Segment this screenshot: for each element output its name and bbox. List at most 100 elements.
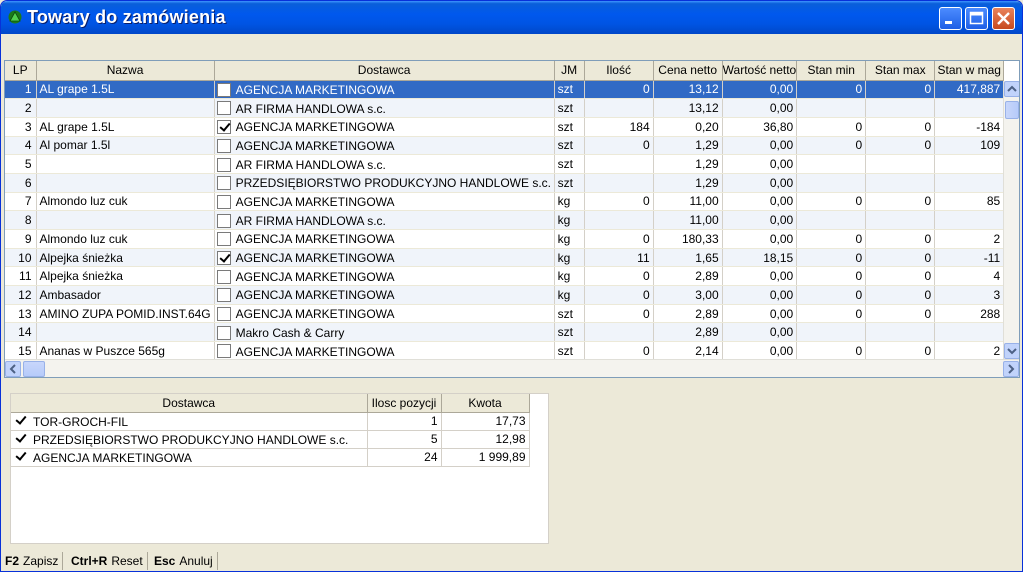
supplier-cell[interactable]: AGENCJA MARKETINGOWA: [214, 248, 555, 268]
order-checkbox[interactable]: [216, 250, 231, 265]
quantity-cell[interactable]: 184: [584, 117, 654, 137]
summary-header-dostawca[interactable]: Dostawca: [11, 394, 368, 413]
column-header-cena-netto[interactable]: Cena netto: [653, 61, 723, 81]
scroll-up-button[interactable]: [1004, 81, 1019, 97]
row-number[interactable]: 9: [5, 229, 37, 249]
horizontal-scrollbar[interactable]: [5, 359, 1019, 377]
summary-row[interactable]: AGENCJA MARKETINGOWA 24 1 999,89: [11, 448, 530, 467]
stock-in-warehouse-cell[interactable]: 3: [934, 285, 1005, 305]
table-row[interactable]: 7 Almondo luz cuk AGENCJA MARKETINGOWA kg 0 1…: [5, 192, 1005, 212]
order-checkbox[interactable]: [216, 344, 231, 359]
row-number[interactable]: 10: [5, 248, 37, 268]
supplier-cell[interactable]: AGENCJA MARKETINGOWA: [214, 285, 555, 305]
order-checkbox[interactable]: [216, 194, 231, 209]
stock-in-warehouse-cell[interactable]: 2: [934, 341, 1005, 361]
product-name-cell[interactable]: Al pomar 1.5l: [36, 136, 215, 156]
maximize-button[interactable]: [965, 7, 988, 30]
supplier-cell[interactable]: AR FIRMA HANDLOWA s.c.: [214, 210, 555, 230]
stock-max-cell[interactable]: 0: [865, 192, 936, 212]
supplier-checkbox[interactable]: [14, 432, 28, 447]
net-value-cell[interactable]: 0,00: [722, 136, 798, 156]
quantity-cell[interactable]: [584, 173, 654, 193]
unit-cell[interactable]: szt: [554, 304, 585, 324]
stock-min-cell[interactable]: 0: [796, 341, 867, 361]
product-name-cell[interactable]: AL grape 1.5L: [36, 117, 215, 137]
table-row[interactable]: 11 Alpejka śnieżka AGENCJA MARKETINGOWA kg 0…: [5, 266, 1005, 287]
net-value-cell[interactable]: 0,00: [722, 341, 798, 361]
order-checkbox[interactable]: [216, 213, 231, 228]
product-name-cell[interactable]: Alpejka śnieżka: [36, 248, 215, 268]
quantity-cell[interactable]: 0: [584, 285, 654, 305]
stock-max-cell[interactable]: [865, 154, 936, 174]
unit-cell[interactable]: szt: [554, 98, 585, 118]
column-header-stan-min[interactable]: Stan min: [796, 61, 867, 81]
supplier-cell[interactable]: AGENCJA MARKETINGOWA: [214, 117, 555, 137]
stock-min-cell[interactable]: 0: [796, 192, 867, 212]
summary-supplier-cell[interactable]: AGENCJA MARKETINGOWA: [11, 448, 368, 467]
product-name-cell[interactable]: Alpejka śnieżka: [36, 266, 215, 287]
net-price-cell[interactable]: 3,00: [653, 285, 723, 305]
supplier-cell[interactable]: AGENCJA MARKETINGOWA: [214, 341, 555, 361]
column-header-lp[interactable]: LP: [5, 61, 37, 81]
quantity-cell[interactable]: [584, 322, 654, 343]
hotkey-cancel[interactable]: Esc Anuluj: [150, 552, 218, 570]
product-name-cell[interactable]: AMINO ZUPA POMID.INST.64G: [36, 304, 215, 324]
product-name-cell[interactable]: Ananas w Puszce 565g: [36, 341, 215, 361]
net-value-cell[interactable]: 0,00: [722, 304, 798, 324]
net-price-cell[interactable]: 2,89: [653, 304, 723, 324]
column-header-dostawca[interactable]: Dostawca: [214, 61, 555, 81]
unit-cell[interactable]: szt: [554, 154, 585, 174]
supplier-cell[interactable]: AGENCJA MARKETINGOWA: [214, 192, 555, 212]
unit-cell[interactable]: kg: [554, 248, 585, 268]
order-checkbox[interactable]: [216, 307, 231, 321]
row-number[interactable]: 2: [5, 98, 37, 118]
hotkey-save[interactable]: F2 Zapisz: [1, 552, 64, 570]
stock-in-warehouse-cell[interactable]: 2: [934, 229, 1005, 249]
hotkey-reset[interactable]: Ctrl+R Reset: [67, 552, 148, 570]
row-number[interactable]: 11: [5, 266, 37, 287]
table-row[interactable]: 13 AMINO ZUPA POMID.INST.64G AGENCJA MARKE…: [5, 304, 1005, 324]
stock-max-cell[interactable]: 0: [865, 136, 936, 156]
unit-cell[interactable]: szt: [554, 136, 585, 156]
stock-max-cell[interactable]: 0: [865, 285, 936, 305]
title-bar[interactable]: Towary do zamówienia: [1, 1, 1022, 34]
stock-max-cell[interactable]: [865, 322, 936, 343]
supplier-checkbox[interactable]: [14, 450, 28, 465]
order-checkbox[interactable]: [216, 82, 231, 97]
unit-cell[interactable]: szt: [554, 341, 585, 361]
product-name-cell[interactable]: [36, 210, 215, 230]
stock-min-cell[interactable]: 0: [796, 304, 867, 324]
order-checkbox[interactable]: [216, 232, 231, 247]
quantity-cell[interactable]: 0: [584, 80, 654, 100]
product-name-cell[interactable]: Ambasador: [36, 285, 215, 305]
net-value-cell[interactable]: 36,80: [722, 117, 798, 137]
horizontal-scroll-thumb[interactable]: [23, 361, 45, 377]
stock-max-cell[interactable]: 0: [865, 248, 936, 268]
row-number[interactable]: 12: [5, 285, 37, 305]
unit-cell[interactable]: szt: [554, 173, 585, 193]
summary-row[interactable]: TOR-GROCH-FIL 1 17,73: [11, 412, 530, 431]
table-row[interactable]: 10 Alpejka śnieżka AGENCJA MARKETINGOWA kg 1…: [5, 248, 1005, 268]
column-header-wartosc-netto[interactable]: Wartość netto: [722, 61, 798, 81]
product-name-cell[interactable]: AL grape 1.5L: [36, 80, 215, 100]
net-price-cell[interactable]: 1,29: [653, 173, 723, 193]
table-row[interactable]: 2 AR FIRMA HANDLOWA s.c. szt 13,12 0,00: [5, 98, 1005, 118]
row-number[interactable]: 15: [5, 341, 37, 361]
order-checkbox[interactable]: [216, 101, 231, 116]
close-button[interactable]: [992, 7, 1015, 30]
row-number[interactable]: 1: [5, 80, 37, 100]
table-row[interactable]: 8 AR FIRMA HANDLOWA s.c. kg 11,00 0,00: [5, 210, 1005, 230]
column-header-ilosc[interactable]: Ilość: [584, 61, 654, 81]
table-row[interactable]: 5 AR FIRMA HANDLOWA s.c. szt 1,29 0,00: [5, 154, 1005, 174]
quantity-cell[interactable]: 0: [584, 136, 654, 156]
products-grid[interactable]: LP Nazwa Dostawca JM Ilość Cena netto Wa…: [4, 60, 1020, 378]
order-checkbox[interactable]: [216, 176, 231, 191]
net-value-cell[interactable]: 0,00: [722, 285, 798, 305]
unit-cell[interactable]: kg: [554, 285, 585, 305]
net-value-cell[interactable]: 0,00: [722, 229, 798, 249]
net-price-cell[interactable]: 1,65: [653, 248, 723, 268]
summary-row[interactable]: PRZEDSIĘBIORSTWO PRODUKCYJNO HANDLOWE s.…: [11, 430, 530, 449]
stock-in-warehouse-cell[interactable]: [934, 173, 1005, 193]
minimize-button[interactable]: [939, 7, 962, 30]
quantity-cell[interactable]: 0: [584, 304, 654, 324]
